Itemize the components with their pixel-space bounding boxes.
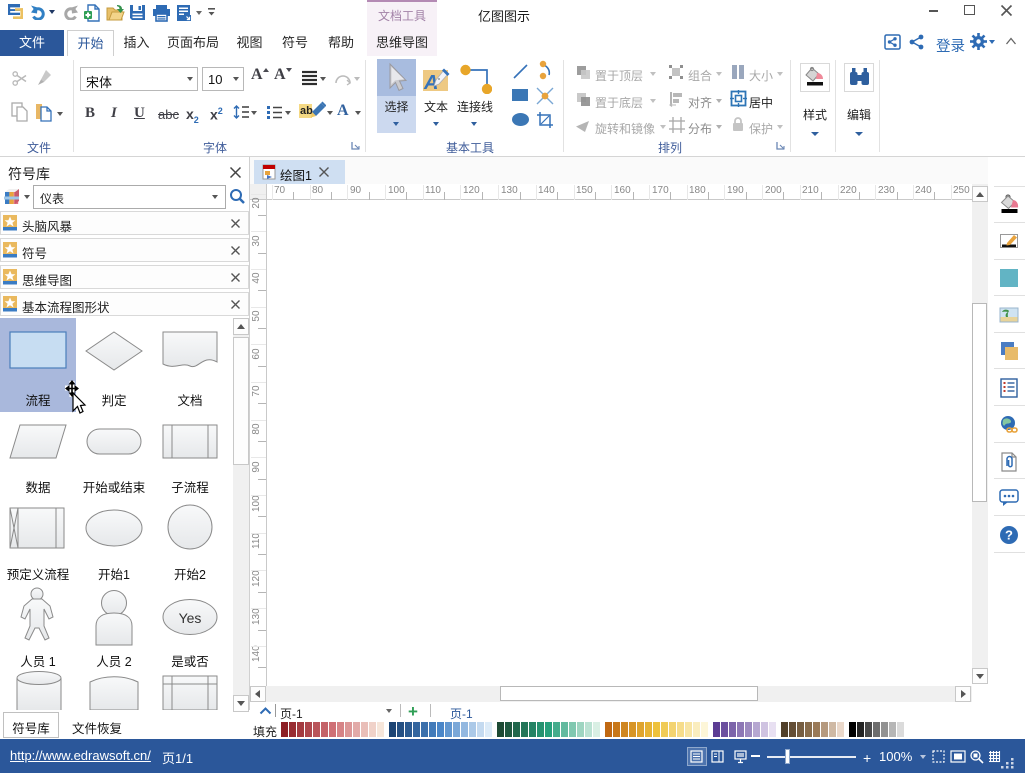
svg-text:Yes: Yes (179, 610, 202, 626)
svg-text:?: ? (1005, 528, 1013, 543)
